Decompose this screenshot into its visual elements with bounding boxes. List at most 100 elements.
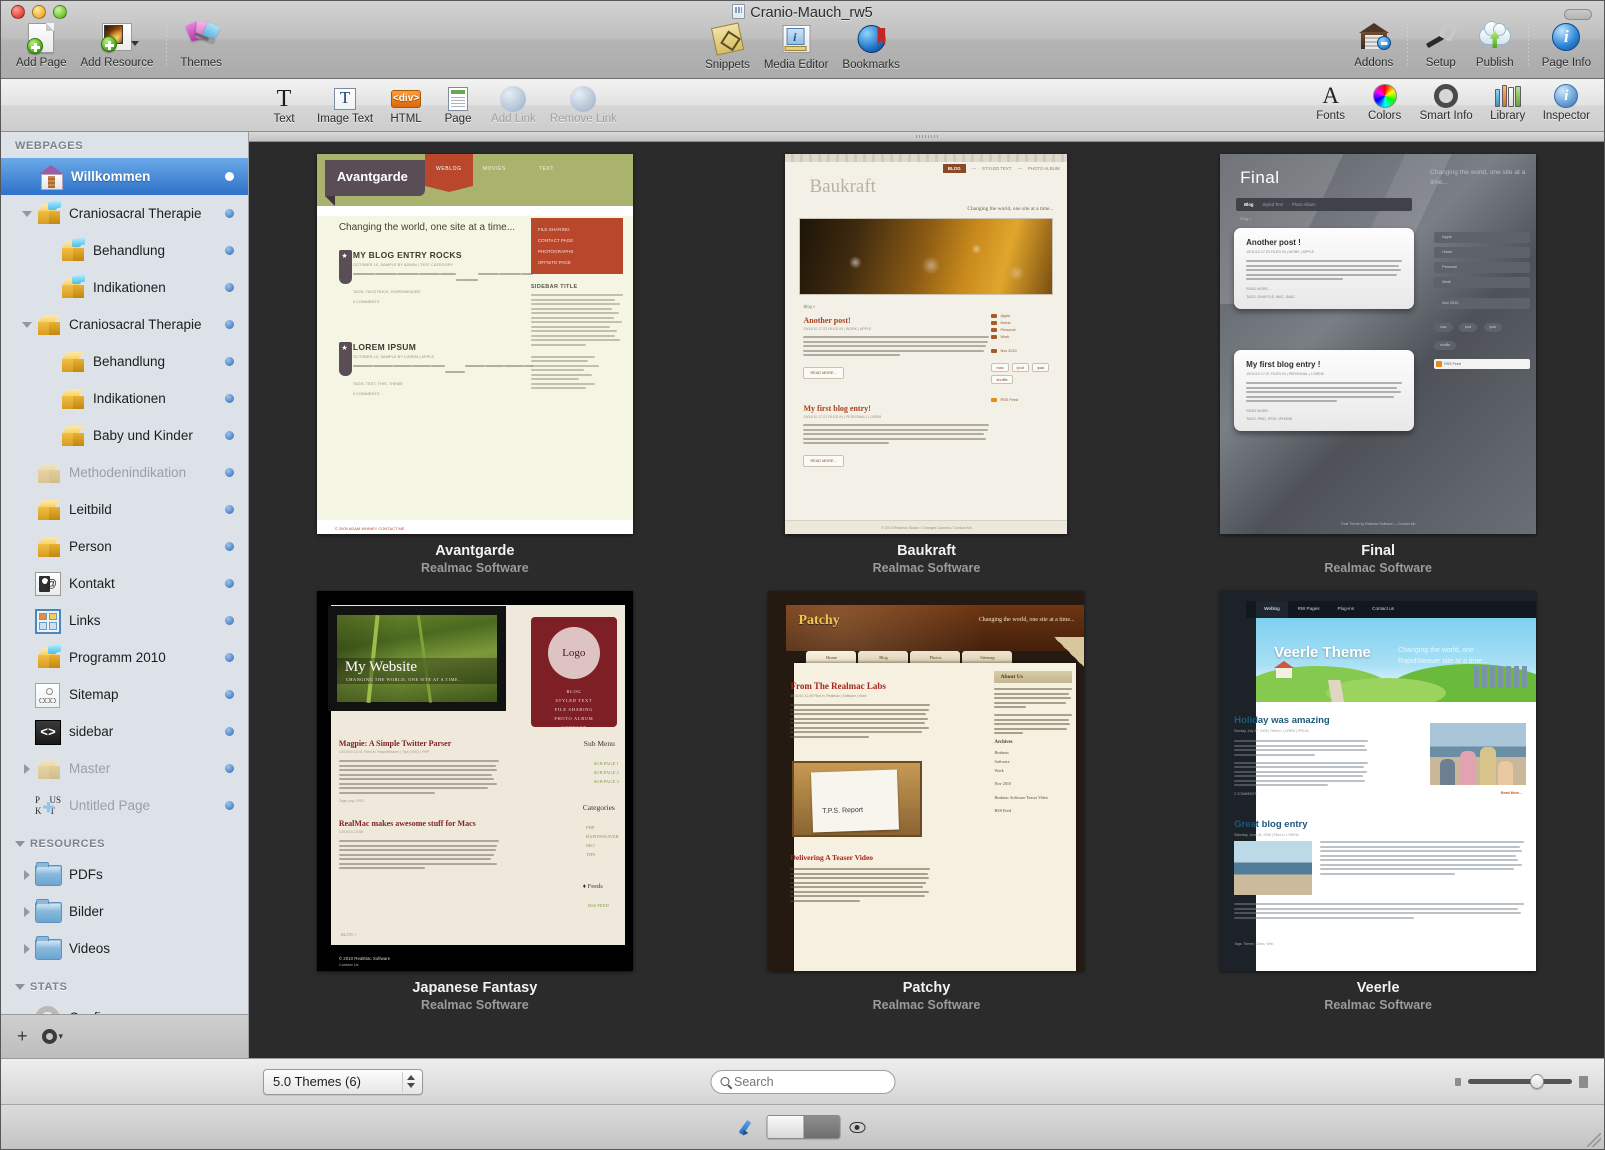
colors-button[interactable]: Colors xyxy=(1360,83,1410,122)
tag-chip: ipad xyxy=(1484,323,1502,332)
post-title: RealMac makes awesome stuff for Macs xyxy=(339,819,499,828)
gear-dropdown-icon[interactable]: ▾ xyxy=(42,1029,64,1044)
thumbnail-size-slider[interactable] xyxy=(1468,1079,1572,1084)
inspector-icon xyxy=(1554,83,1578,109)
section-header-resources[interactable]: RESOURCES xyxy=(1,824,248,856)
sidebar-item-baby-und-kinder[interactable]: Baby und Kinder xyxy=(1,417,248,454)
fonts-button[interactable]: A Fonts xyxy=(1306,83,1356,122)
large-thumbnail-icon[interactable] xyxy=(1579,1076,1588,1088)
eye-icon[interactable] xyxy=(849,1122,865,1133)
pencil-icon[interactable] xyxy=(740,1119,757,1136)
sidebar-item-indikationen-blue[interactable]: Indikationen xyxy=(1,269,248,306)
sidebar-footer: + ▾ xyxy=(1,1014,248,1058)
sidebar-scroll-area[interactable]: WEBPAGES Willkommen Craniosacral Therapi… xyxy=(1,132,248,1014)
theme-thumbnail-patchy[interactable]: Patchy Changing the world, one site at a… xyxy=(768,591,1084,971)
sidebar-item-master[interactable]: Master xyxy=(1,750,248,787)
sidebar-item-behandlung[interactable]: Behandlung xyxy=(1,343,248,380)
minimize-button[interactable] xyxy=(32,5,46,19)
theme-cell-patchy[interactable]: Patchy Changing the world, one site at a… xyxy=(701,591,1153,1012)
sidebar-item-videos[interactable]: Videos xyxy=(1,930,248,967)
thumbnail-size-control[interactable] xyxy=(1455,1076,1588,1088)
text-button[interactable]: T Text xyxy=(259,86,309,125)
section-header-stats[interactable]: STATS xyxy=(1,967,248,999)
sidebar-item-kontakt[interactable]: @ Kontakt xyxy=(1,565,248,602)
zoom-button[interactable] xyxy=(53,5,67,19)
sidebar-item-links[interactable]: Links xyxy=(1,602,248,639)
preview-mode-segment[interactable] xyxy=(803,1116,839,1138)
sidebar-item-craniosacral-therapie-blue[interactable]: Craniosacral Therapie xyxy=(1,195,248,232)
toolbar-left-group: Add Page Add Resource Themes xyxy=(9,23,229,69)
add-page-button[interactable]: Add Page xyxy=(9,23,74,69)
disclosure-triangle[interactable] xyxy=(19,907,35,917)
theme-thumbnail-japanese-fantasy[interactable]: My Website CHANGING THE WORLD, ONE SITE … xyxy=(317,591,633,971)
window-controls[interactable] xyxy=(11,5,67,19)
mode-segmented-control[interactable] xyxy=(766,1115,840,1139)
fonts-icon: A xyxy=(1322,83,1339,109)
section-header-webpages[interactable]: WEBPAGES xyxy=(1,136,248,158)
themes-button[interactable]: Themes xyxy=(173,23,229,69)
edit-mode-segment[interactable] xyxy=(767,1116,803,1138)
split-view-divider[interactable] xyxy=(249,132,1604,142)
disclosure-triangle[interactable] xyxy=(19,944,35,954)
bookmarks-button[interactable]: Bookmarks xyxy=(835,25,907,71)
theme-thumbnail-veerle[interactable]: Weblog RW Pages Plug-ins Contact us Veer… xyxy=(1220,591,1536,971)
sidebar-item-programm-2010[interactable]: Programm 2010 xyxy=(1,639,248,676)
sidebar-item-methodenindikation[interactable]: Methodenindikation xyxy=(1,454,248,491)
close-button[interactable] xyxy=(11,5,25,19)
sidebar-item-untitled-page[interactable]: PKUST Untitled Page xyxy=(1,787,248,824)
sidebar-item-willkommen[interactable]: Willkommen xyxy=(1,158,248,195)
snippets-button[interactable]: Snippets xyxy=(698,25,757,71)
publish-button[interactable]: Publish xyxy=(1468,23,1522,69)
add-resource-button[interactable]: Add Resource xyxy=(74,23,161,69)
setup-button[interactable]: Setup xyxy=(1414,23,1468,69)
add-item-button[interactable]: + xyxy=(17,1026,28,1047)
sidebar-item-sitemap[interactable]: Sitemap xyxy=(1,676,248,713)
theme-cell-avantgarde[interactable]: Avantgarde WEBLOG MOVIES TEXT Changing t… xyxy=(249,154,701,575)
sidebar-item-sidebar[interactable]: <> sidebar xyxy=(1,713,248,750)
sidebar-item-person[interactable]: Person xyxy=(1,528,248,565)
disclosure-triangle[interactable] xyxy=(19,764,35,774)
sidebar-item-leitbild[interactable]: Leitbild xyxy=(1,491,248,528)
edit-preview-switch[interactable] xyxy=(740,1115,865,1139)
tag-chip: mac xyxy=(1434,323,1452,332)
media-editor-button[interactable]: Media Editor xyxy=(757,25,836,71)
sidebar-item-indikationen[interactable]: Indikationen xyxy=(1,380,248,417)
sidebar-item-craniosacral-therapie[interactable]: Craniosacral Therapie xyxy=(1,306,248,343)
remove-link-button[interactable]: Remove Link xyxy=(544,86,623,125)
smart-info-button[interactable]: Smart Info xyxy=(1414,83,1479,122)
theme-thumbnail-final[interactable]: Final Changing the world, one site at a … xyxy=(1220,154,1536,534)
search-input[interactable] xyxy=(734,1075,879,1089)
disclosure-triangle[interactable] xyxy=(19,211,35,217)
image-text-button[interactable]: Image Text xyxy=(311,86,379,125)
toolbar-toggle-button[interactable] xyxy=(1564,9,1592,20)
theme-grid[interactable]: Avantgarde WEBLOG MOVIES TEXT Changing t… xyxy=(249,142,1604,1058)
theme-name: Veerle xyxy=(1357,980,1400,996)
sidebar-item-behandlung-blue[interactable]: Behandlung xyxy=(1,232,248,269)
html-button[interactable]: <div> HTML xyxy=(381,86,431,125)
disclosure-triangle[interactable] xyxy=(19,322,35,328)
post-title: Holiday was amazing xyxy=(1234,715,1368,726)
page-info-button[interactable]: Page Info xyxy=(1535,23,1598,69)
small-thumbnail-icon[interactable] xyxy=(1455,1078,1461,1086)
theme-cell-baukraft[interactable]: BLOG — STYLED TEXT — PHOTO ALBUM Baukraf… xyxy=(701,154,1153,575)
theme-cell-japanese-fantasy[interactable]: My Website CHANGING THE WORLD, ONE SITE … xyxy=(249,591,701,1012)
theme-collection-popup[interactable]: 5.0 Themes (6) xyxy=(263,1069,423,1095)
theme-search-field[interactable] xyxy=(710,1070,895,1094)
page-button[interactable]: Page xyxy=(433,86,483,125)
themes-icon xyxy=(184,23,218,55)
resize-grip-icon[interactable] xyxy=(1587,1133,1601,1147)
theme-cell-final[interactable]: Final Changing the world, one site at a … xyxy=(1152,154,1604,575)
sidebar-item-bilder[interactable]: Bilder xyxy=(1,893,248,930)
add-link-button[interactable]: Add Link xyxy=(485,86,542,125)
addons-button[interactable]: Addons xyxy=(1347,23,1401,69)
theme-thumbnail-baukraft[interactable]: BLOG — STYLED TEXT — PHOTO ALBUM Baukraf… xyxy=(785,154,1067,534)
theme-cell-veerle[interactable]: Weblog RW Pages Plug-ins Contact us Veer… xyxy=(1152,591,1604,1012)
stepper-control[interactable] xyxy=(402,1072,419,1092)
theme-thumbnail-avantgarde[interactable]: Avantgarde WEBLOG MOVIES TEXT Changing t… xyxy=(317,154,633,534)
disclosure-triangle[interactable] xyxy=(19,870,35,880)
sidebar-item-configure[interactable]: Configure xyxy=(1,999,248,1014)
inspector-button[interactable]: Inspector xyxy=(1537,83,1596,122)
sidebar-item-pdfs[interactable]: PDFs xyxy=(1,856,248,893)
library-button[interactable]: Library xyxy=(1483,83,1533,122)
slider-knob[interactable] xyxy=(1530,1074,1544,1089)
